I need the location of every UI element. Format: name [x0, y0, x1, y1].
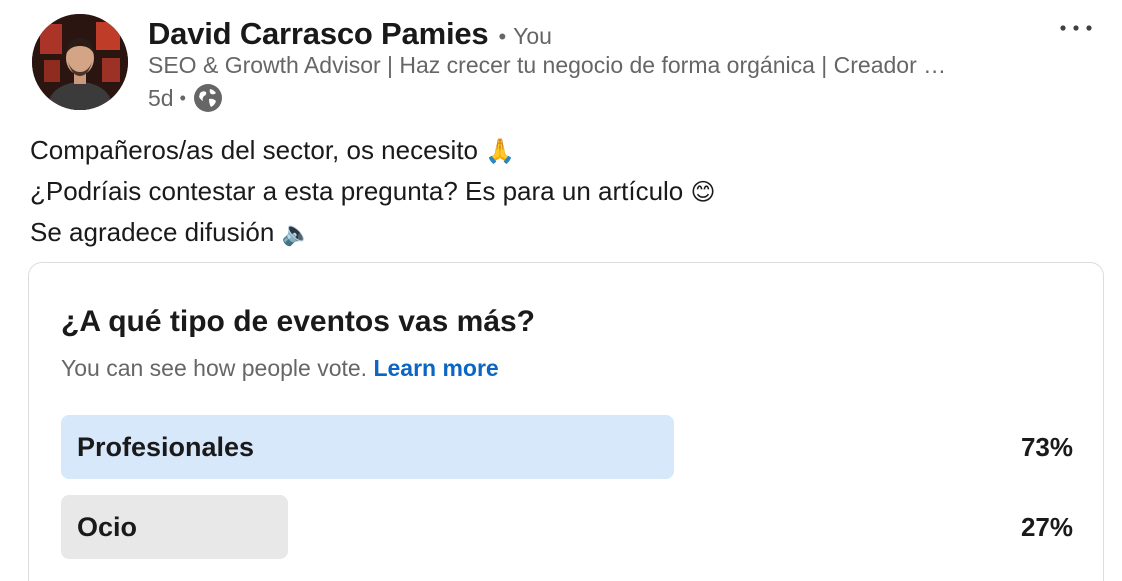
avatar-photo — [32, 14, 128, 110]
poll-option-track: Profesionales — [61, 415, 901, 479]
post-header: David Carrasco Pamies • You SEO & Growth… — [30, 14, 1100, 114]
learn-more-link[interactable]: Learn more — [373, 355, 498, 381]
poll-option-profesionales[interactable]: Profesionales 73% — [61, 415, 1073, 479]
author-name[interactable]: David Carrasco Pamies — [148, 16, 489, 52]
poll-option-track: Ocio — [61, 495, 901, 559]
poll-option-percent: 73% — [1020, 432, 1073, 462]
separator-dot: • — [179, 87, 186, 108]
poll-note: You can see how people vote. Learn more — [61, 355, 499, 382]
you-label: You — [513, 23, 552, 49]
speaker-emoji-icon: 🔈 — [281, 219, 312, 247]
poll-option-ocio[interactable]: Ocio 27% — [61, 495, 1073, 559]
poll-option-label: Ocio — [77, 512, 138, 542]
poll-option-percent: 27% — [1020, 512, 1073, 542]
poll-option-label: Profesionales — [77, 432, 255, 462]
post-line: Compañeros/as del sector, os necesito 🙏 — [30, 130, 716, 171]
author-avatar[interactable] — [32, 14, 128, 110]
more-options-button[interactable] — [1056, 14, 1096, 42]
author-headline: SEO & Growth Advisor | Haz crecer tu neg… — [148, 52, 947, 78]
smile-emoji-icon: 😊 — [690, 178, 716, 206]
pray-emoji-icon: 🙏 — [485, 137, 516, 165]
post-age: 5d — [148, 84, 174, 111]
poll-question: ¿A qué tipo de eventos vas más? — [61, 305, 536, 338]
separator-dot: • — [498, 24, 507, 49]
post-meta: 5d • — [148, 84, 222, 112]
post-line-text: Compañeros/as del sector, os necesito — [30, 135, 479, 165]
post-line: Se agradece difusión 🔈 — [30, 212, 716, 253]
poll-card: ¿A qué tipo de eventos vas más? You can … — [28, 262, 1104, 581]
globe-icon — [193, 84, 222, 112]
more-horizontal-icon — [1060, 25, 1092, 31]
post-body: Compañeros/as del sector, os necesito 🙏 … — [30, 130, 716, 253]
post-line: ¿Podríais contestar a esta pregunta? Es … — [30, 171, 716, 212]
poll-note-text: You can see how people vote. — [61, 355, 368, 381]
post-line-text: ¿Podríais contestar a esta pregunta? Es … — [30, 176, 684, 206]
post-line-text: Se agradece difusión — [30, 217, 275, 247]
